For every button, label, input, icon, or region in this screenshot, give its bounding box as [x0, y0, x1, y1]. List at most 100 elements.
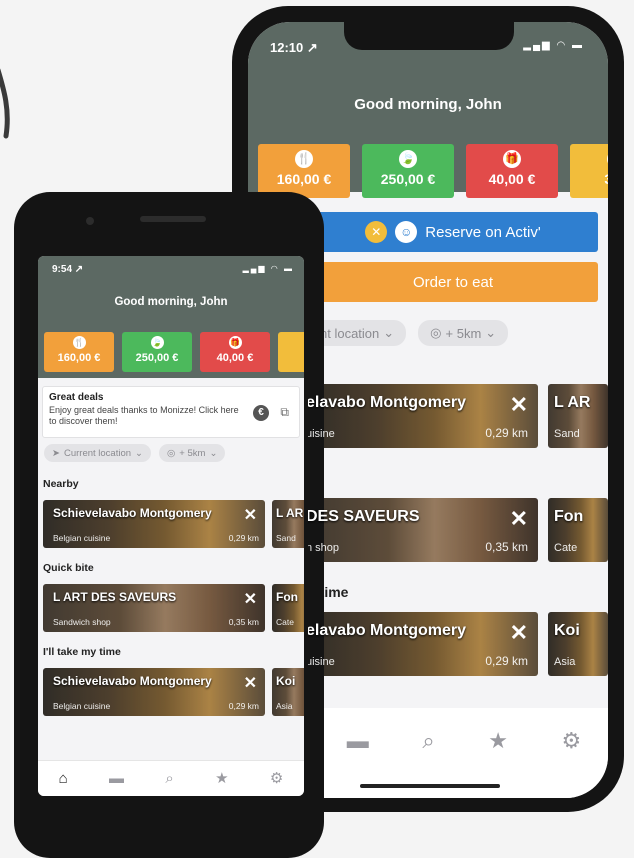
deals-title: Great deals	[49, 392, 104, 403]
other-balance-card[interactable]: ● 300	[570, 144, 608, 198]
balance-cards: 🍴 160,00 € 🍃 250,00 € 🎁 40,00 € ● 300	[258, 144, 608, 198]
greeting: Good morning, John	[354, 96, 502, 113]
reserve-activ-button[interactable]: ✕ ☺ Reserve on Activ'	[308, 212, 598, 252]
restaurant-name: DES SAVEURS	[308, 508, 420, 525]
section-title: Quick bite	[43, 562, 94, 574]
restaurant-card[interactable]: Schievelavabo Montgomery Belgian cuisine…	[43, 500, 265, 548]
restaurant-card[interactable]: elavabo Montgomery uisine 0,29 km ✕	[308, 612, 538, 676]
restaurant-card[interactable]: Fon Cate	[272, 584, 304, 632]
external-link-icon[interactable]: ⧉	[280, 405, 289, 420]
restaurant-card[interactable]: Koi Asia	[272, 668, 304, 716]
restaurant-cuisine: Belgian cuisine	[53, 701, 111, 711]
deals-text: Enjoy great deals thanks to Monizze! Cli…	[49, 405, 239, 426]
filters: ➤ Current location ⌄ ◎ + 5km ⌄	[44, 444, 226, 462]
other-balance-card[interactable]: ● 30	[278, 332, 304, 372]
restaurant-cuisine: Cate	[554, 542, 578, 554]
leaf-icon: 🍃	[150, 336, 164, 349]
close-icon[interactable]: ✕	[510, 620, 528, 646]
chevron-down-icon: ⌄	[135, 447, 143, 459]
status-time: 12:10 ↗	[270, 40, 318, 55]
home-indicator	[360, 784, 500, 788]
restaurant-row-nearby: elavabo Montgomery uisine 0,29 km ✕ L AR…	[308, 384, 608, 448]
restaurant-name: L ART DES SAVEURS	[53, 590, 177, 604]
speaker-grille	[140, 216, 206, 222]
restaurant-name: L AR	[276, 506, 304, 520]
gift-icon: 🎁	[228, 336, 242, 349]
restaurant-row-take-time: elavabo Montgomery uisine 0,29 km ✕ Koi …	[308, 612, 608, 676]
search-icon[interactable]: ⌕	[165, 771, 173, 786]
leaf-icon: 🍃	[399, 150, 417, 168]
restaurant-card[interactable]: Koi Asia	[548, 612, 608, 676]
gift-icon: 🎁	[503, 150, 521, 168]
radius-filter-label: + 5km	[445, 325, 482, 341]
restaurant-name: Schievelavabo Montgomery	[53, 674, 212, 688]
balance-amount: 160,00 €	[57, 352, 101, 364]
restaurant-card[interactable]: Schievelavabo Montgomery Belgian cuisine…	[43, 668, 265, 716]
close-icon[interactable]: ✕	[244, 673, 257, 693]
front-phone-screen: 9:54 ↗ ▂▄▆ ◠ ▬ Good morning, John 🍴 160,…	[38, 256, 304, 796]
restaurant-row-nearby: Schievelavabo Montgomery Belgian cuisine…	[43, 500, 304, 548]
card-icon[interactable]: ▬	[347, 730, 369, 752]
restaurant-distance: 0,35 km	[228, 617, 259, 627]
restaurant-name: Fon	[554, 508, 584, 525]
location-filter-label: nt location	[320, 325, 380, 341]
location-filter[interactable]: ➤ Current location ⌄	[44, 444, 151, 462]
gift-balance-card[interactable]: 🎁 40,00 €	[200, 332, 270, 372]
restaurant-distance: 0,29 km	[485, 426, 528, 440]
restaurant-cuisine: Asia	[554, 656, 576, 668]
restaurant-name: elavabo Montgomery	[308, 622, 467, 639]
close-icon[interactable]: ✕	[244, 589, 257, 609]
close-icon[interactable]: ✕	[510, 392, 528, 418]
restaurant-card[interactable]: L AR Sand	[548, 384, 608, 448]
close-icon[interactable]: ✕	[244, 505, 257, 525]
target-icon: ◎	[167, 447, 176, 459]
location-arrow-icon: ➤	[52, 447, 60, 459]
star-icon[interactable]: ★	[488, 730, 508, 752]
restaurant-name: Koi	[276, 674, 296, 688]
gear-icon[interactable]: ⚙	[270, 771, 283, 786]
status-icons: ▂▄▆ ◠ ▬	[523, 40, 584, 51]
gear-icon[interactable]: ⚙	[561, 730, 581, 752]
close-icon[interactable]: ✕	[510, 506, 528, 532]
restaurant-distance: 0,29 km	[485, 654, 528, 668]
meal-balance-card[interactable]: 🍴 160,00 €	[258, 144, 350, 198]
eco-balance-card[interactable]: 🍃 250,00 €	[122, 332, 192, 372]
restaurant-cuisine: Asia	[276, 701, 293, 711]
restaurant-distance: 0,35 km	[485, 540, 528, 554]
restaurant-cuisine: Cate	[276, 617, 294, 627]
front-phone: 9:54 ↗ ▂▄▆ ◠ ▬ Good morning, John 🍴 160,…	[14, 192, 324, 858]
front-header: 9:54 ↗ ▂▄▆ ◠ ▬ Good morning, John 🍴 160,…	[38, 256, 304, 378]
eco-balance-card[interactable]: 🍃 250,00 €	[362, 144, 454, 198]
restaurant-name: Schievelavabo Montgomery	[53, 506, 212, 520]
balance-amount: 250,00 €	[380, 171, 436, 187]
restaurant-distance: 0,29 km	[228, 533, 259, 543]
star-icon[interactable]: ★	[215, 771, 228, 786]
restaurant-cuisine: Sand	[554, 428, 580, 440]
gift-balance-card[interactable]: 🎁 40,00 €	[466, 144, 558, 198]
order-to-eat-button[interactable]: Order to eat	[308, 262, 598, 302]
restaurant-card[interactable]: L AR Sand	[272, 500, 304, 548]
chevron-down-icon: ⌄	[485, 325, 497, 340]
monizze-logo-icon: €	[253, 405, 269, 421]
balance-amount: 40,00 €	[216, 352, 254, 364]
search-icon[interactable]: ⌕	[422, 730, 434, 752]
radius-filter[interactable]: ◎ + 5km ⌄	[159, 444, 226, 462]
home-icon[interactable]: ⌂	[59, 771, 68, 786]
restaurant-cuisine: uisine	[308, 656, 335, 668]
card-icon[interactable]: ▬	[109, 771, 124, 786]
restaurant-cuisine: n shop	[308, 542, 340, 554]
notch	[344, 22, 514, 50]
balance-amount: 160,00 €	[276, 171, 332, 187]
balance-amount: 250,00 €	[135, 352, 179, 364]
restaurant-card[interactable]: L ART DES SAVEURS Sandwich shop 0,35 km …	[43, 584, 265, 632]
meal-balance-card[interactable]: 🍴 160,00 €	[44, 332, 114, 372]
radius-filter[interactable]: ◎ + 5km ⌄	[418, 320, 509, 346]
action-buttons: ✕ ☺ Reserve on Activ' Order to eat	[308, 212, 598, 302]
reserve-label: Reserve on Activ'	[425, 223, 541, 241]
restaurant-card[interactable]: Fon Cate	[548, 498, 608, 562]
restaurant-card[interactable]: DES SAVEURS n shop 0,35 km ✕	[308, 498, 538, 562]
camera-sensor	[86, 217, 94, 225]
great-deals-banner[interactable]: Great deals Enjoy great deals thanks to …	[42, 386, 300, 438]
activ-logo-icon: ✕	[365, 221, 388, 243]
restaurant-card[interactable]: elavabo Montgomery uisine 0,29 km ✕	[308, 384, 538, 448]
